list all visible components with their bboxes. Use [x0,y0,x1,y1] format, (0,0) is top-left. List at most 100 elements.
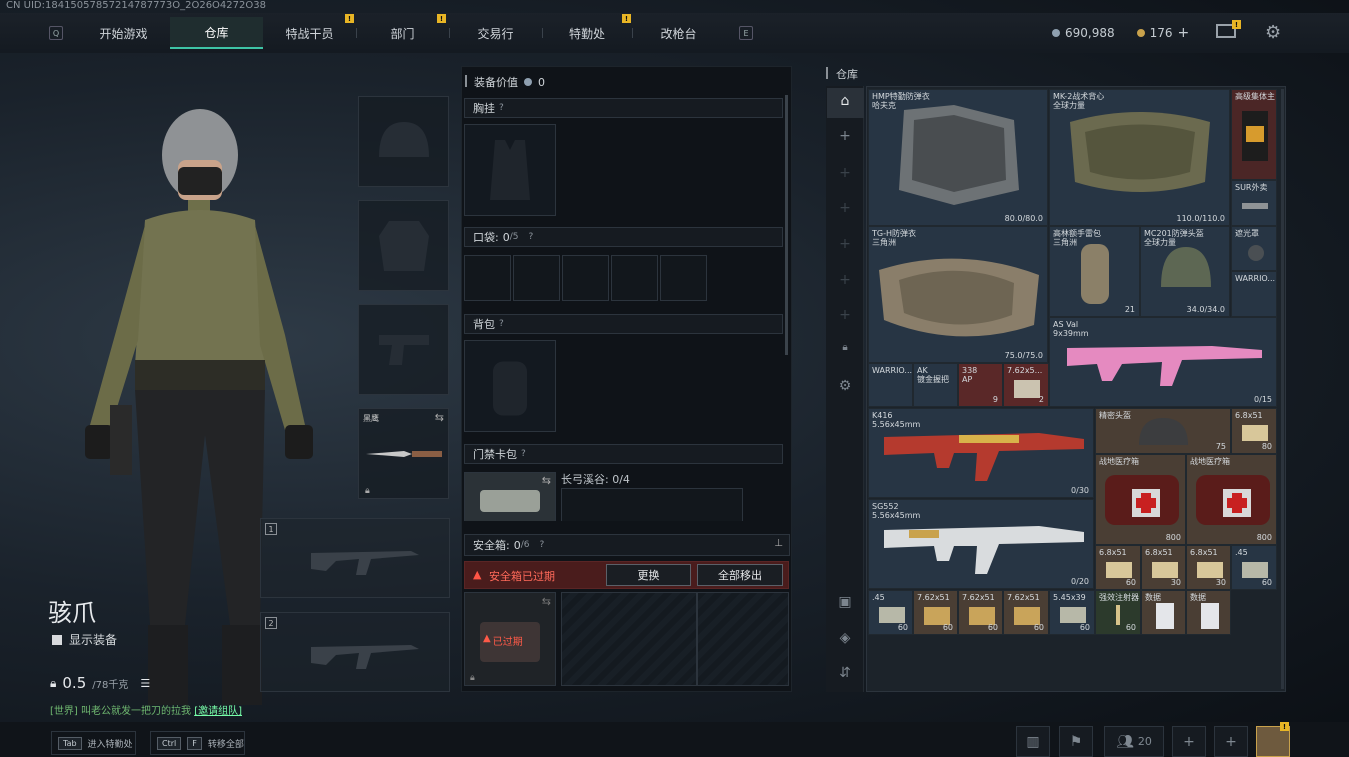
sort-icon[interactable]: ⇵ [826,665,864,681]
pocket-cell[interactable] [513,255,560,301]
middle-scrollbar[interactable] [785,95,788,355]
stash-item[interactable]: 7.62x5... 2 [1003,363,1049,407]
add-page-icon[interactable]: + [826,128,864,144]
pocket-cell[interactable] [611,255,658,301]
stash-item[interactable]: MC201防弹头盔 全球力量 34.0/34.0 [1140,226,1230,317]
tab-operators[interactable]: 特战干员 [263,17,356,49]
add-currency-button[interactable]: + [1178,25,1190,41]
helmet-slot[interactable] [358,96,449,187]
nav-next-key[interactable]: E [739,26,753,40]
pistol-slot[interactable] [358,304,449,395]
help-icon[interactable]: ? [539,540,544,550]
stash-item[interactable]: SUR外卖 [1231,180,1277,226]
stash-item[interactable]: 数据 [1186,590,1231,635]
stash-item[interactable]: .45 60 [868,590,913,635]
stash-item[interactable]: AK 镀金握把 [913,363,958,407]
tab-warehouse[interactable]: 仓库 [170,17,263,49]
add-party-button[interactable]: + [1172,726,1206,757]
stash-item[interactable]: SG552 5.56x45mm 0/20 [868,499,1094,589]
add-page-icon[interactable]: + [826,165,864,181]
stash-item[interactable]: HMP特勤防弹衣 哈夫克 80.0/80.0 [868,89,1048,226]
add-party-button[interactable]: + [1214,726,1248,757]
tab-gunsmith[interactable]: 改枪台 [632,17,725,49]
safebox-slot[interactable]: ⇆ ▲ 已过期 🔒︎ [464,592,556,686]
stash-item[interactable]: AS Val 9x39mm 0/15 [1049,317,1277,407]
stash-item[interactable]: 7.62x51 60 [1003,590,1049,635]
stash-item[interactable]: 6.8x51 30 [1186,545,1231,590]
checkbox[interactable] [52,634,62,645]
secondary-weapon-slot[interactable]: 2 [260,612,450,692]
show-equipment-toggle[interactable]: 显示装备 [52,631,117,648]
swap-icon[interactable]: ⇆ [542,595,551,608]
add-page-icon[interactable]: + [826,200,864,216]
help-icon[interactable]: ? [499,319,504,329]
stash-item[interactable]: WARRIO... [868,363,913,407]
add-page-icon[interactable]: + [826,307,864,323]
settings-gear-icon[interactable]: ⚙ [1265,22,1281,43]
pocket-cell[interactable] [660,255,707,301]
stash-item[interactable]: 精密头盔 75 [1095,408,1231,454]
chat-line[interactable]: [世界] 叫老公就发一把刀的拉我 [邀请组队] [50,702,242,717]
stash-item[interactable]: 6.8x51 80 [1231,408,1277,454]
tab-department[interactable]: 部门 [356,17,449,49]
stash-item[interactable]: TG-H防弹衣 三角洲 75.0/75.0 [868,226,1048,363]
swap-icon[interactable]: ⇆ [435,411,444,424]
stash-item[interactable]: 6.8x51 60 [1095,545,1141,590]
stash-scrollbar[interactable] [1281,89,1284,689]
backpack-icon [493,361,527,416]
pocket-cell[interactable] [562,255,609,301]
keycard-grid[interactable] [561,488,743,522]
flag-icon[interactable]: ⚑ [1059,726,1093,757]
add-page-icon[interactable]: + [826,272,864,288]
stash-item[interactable]: 5.45x39 60 [1049,590,1095,635]
safebox-grid[interactable] [697,592,789,686]
replace-button[interactable]: 更换 [606,564,691,586]
warehouse-icon[interactable]: ⌂ [826,93,864,109]
stash-item[interactable]: 6.8x51 30 [1141,545,1186,590]
tab-trading[interactable]: 交易行 [449,17,542,49]
friends-button[interactable]: 👥︎ 20 [1104,726,1164,757]
add-page-icon[interactable]: + [826,236,864,252]
stash-item[interactable]: K416 5.56x45mm 0/30 [868,408,1094,498]
tab-start-game[interactable]: 开始游戏 [77,17,170,49]
stash-item[interactable]: 高林额手雷包 三角洲 21 [1049,226,1140,317]
settings-gear-icon[interactable]: ⚙ [826,378,864,394]
pin-icon[interactable]: ⊥ [774,538,783,549]
chest-rig-slot[interactable] [464,124,556,216]
stash-item[interactable]: 7.62x51 60 [913,590,958,635]
stats-chart-icon[interactable]: ▥ [1016,726,1050,757]
stash-item[interactable]: WARRIO... [1231,271,1277,317]
help-icon[interactable]: ? [499,103,504,113]
operator-icon[interactable]: ▣ [826,594,864,610]
stash-item[interactable]: 7.62x51 60 [958,590,1003,635]
stash-item[interactable]: 战地医疗箱 800 [1186,454,1277,545]
help-icon[interactable]: ? [528,232,533,242]
ammo-box-icon [1197,562,1223,578]
armor-slot[interactable] [358,200,449,291]
keycard-case-slot[interactable]: ⇆ [464,472,556,522]
item-name: SG552 5.56x45mm [872,502,921,520]
chat-invite-link[interactable]: [邀请组队] [194,706,242,717]
lock-icon[interactable]: 🔒︎ [826,342,864,353]
remove-all-button[interactable]: 全部移出 [697,564,783,586]
melee-slot[interactable]: 黑鹰 ⇆ 🔒︎ [358,408,449,499]
transfer-all-hint[interactable]: Ctrl F 转移全部 [150,731,245,755]
primary-weapon-slot[interactable]: 1 [260,518,450,598]
stash-item[interactable]: 战地医疗箱 800 [1095,454,1186,545]
stash-item[interactable]: 强效注射器 60 [1095,590,1141,635]
stash-item[interactable]: 高级集体主 [1231,89,1277,180]
help-icon[interactable]: ? [521,449,526,459]
stash-item[interactable]: 数据 [1141,590,1186,635]
layers-icon[interactable]: ◈ [826,630,864,646]
stash-item[interactable]: 遮光罩 [1231,226,1277,271]
stash-item[interactable]: .45 60 [1231,545,1277,590]
backpack-slot[interactable] [464,340,556,432]
stash-item[interactable]: 338 AP 9 [958,363,1003,407]
list-icon[interactable]: ☰ [140,677,150,690]
stash-item[interactable]: MK-2战术背心 全球力量 110.0/110.0 [1049,89,1230,226]
enter-special-ops-hint[interactable]: Tab 进入特勤处 [51,731,136,755]
nav-prev-key[interactable]: Q [49,26,63,40]
tab-special-ops[interactable]: 特勤处 [542,17,632,49]
pocket-cell[interactable] [464,255,511,301]
safebox-grid[interactable] [561,592,697,686]
